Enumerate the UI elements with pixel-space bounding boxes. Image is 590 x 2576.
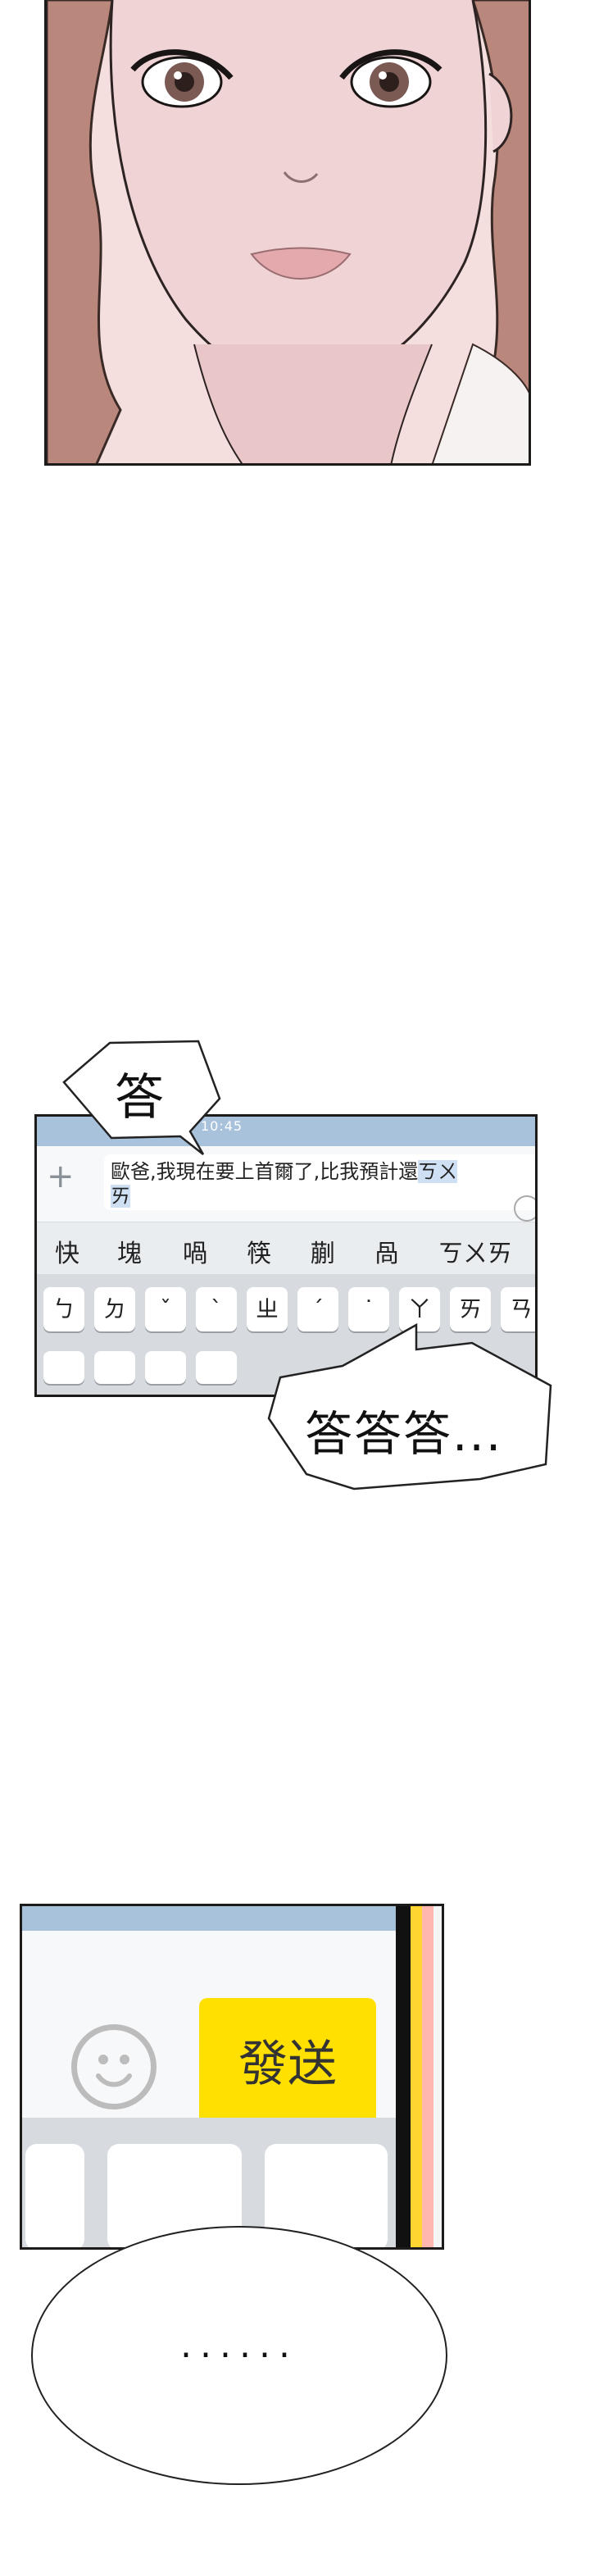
send-button[interactable]: 發送 [199, 1998, 376, 2131]
candidate-item[interactable]: 喎 [183, 1233, 207, 1269]
keyboard-key[interactable]: ㄉ [94, 1287, 135, 1331]
message-composing-1: ㄎㄨ [418, 1160, 458, 1183]
message-composing-2: ㄞ [111, 1185, 130, 1208]
message-text: 歐爸,我現在要上首爾了,比我預計還ㄎㄨ ㄞ [111, 1159, 520, 1208]
border-stripe [411, 1906, 422, 2247]
border-stripe [433, 1906, 442, 2247]
candidate-item[interactable]: ㄎㄨㄞ [438, 1233, 512, 1269]
emoji-icon[interactable] [514, 1195, 535, 1222]
candidate-item[interactable]: 咼 [374, 1233, 399, 1269]
keyboard-key[interactable] [25, 2144, 84, 2247]
sfx-text-large: 答答答... [305, 1406, 503, 1462]
emoji-icon[interactable] [71, 2024, 157, 2109]
plus-icon[interactable]: + [47, 1158, 75, 1195]
speech-bubble-text: ...... [180, 2324, 298, 2366]
message-line: 歐爸,我現在要上首爾了,比我預計還 [111, 1160, 419, 1183]
keyboard-key[interactable] [94, 1351, 135, 1384]
keyboard-key[interactable] [196, 1351, 237, 1384]
sfx-text-small: 答 [115, 1069, 164, 1126]
border-stripe [396, 1906, 411, 2247]
candidate-item[interactable]: 塊 [117, 1233, 142, 1269]
keyboard-key[interactable]: ˋ [196, 1287, 237, 1331]
status-bar [22, 1906, 442, 1931]
candidate-item[interactable]: 蒯 [311, 1233, 335, 1269]
keyboard-key[interactable]: ˇ [145, 1287, 186, 1331]
keyboard-key[interactable] [43, 1351, 84, 1384]
send-panel: 發送 [20, 1904, 444, 2250]
keyboard-key[interactable]: ㄅ [43, 1287, 84, 1331]
face-illustration [47, 0, 529, 463]
smile-face-icon [96, 2055, 132, 2087]
candidate-item[interactable]: 筷 [247, 1233, 271, 1269]
face-panel [44, 0, 531, 466]
keyboard-key[interactable] [145, 1351, 186, 1384]
candidate-item[interactable]: 快 [55, 1233, 79, 1269]
border-stripe [422, 1906, 433, 2247]
